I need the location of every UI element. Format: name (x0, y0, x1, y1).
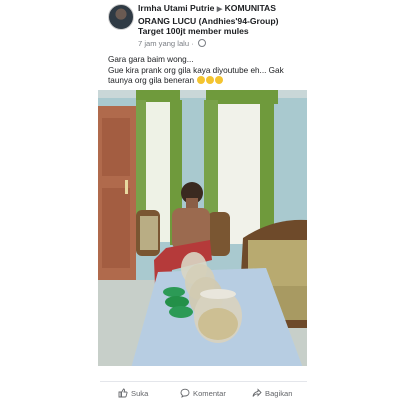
room-photo-illustration (98, 90, 307, 379)
meta-separator: · (191, 38, 194, 48)
comment-button[interactable]: Komentar (180, 388, 226, 398)
post-body: Gara gara baim wong... Gue kira prank or… (108, 55, 302, 87)
share-button[interactable]: Bagikan (252, 388, 292, 398)
sweat-smile-emoji-icon (206, 76, 215, 84)
post-photo[interactable] (98, 90, 307, 379)
comment-icon (180, 388, 190, 398)
post-time[interactable]: 7 jam yang lalu (138, 39, 189, 48)
post-line-2-text: Gue kira prank org gila kaya diyoutube e… (108, 65, 284, 86)
post-header-text: Irmha Utami Putrie ▶ KOMUNITAS ORANG LUC… (138, 3, 304, 48)
like-label: Suka (131, 388, 149, 398)
author-name[interactable]: Irmha Utami Putrie (138, 3, 214, 13)
like-button[interactable]: Suka (118, 388, 148, 398)
like-icon (118, 388, 128, 398)
share-icon (252, 388, 262, 397)
sweat-smile-emoji-icon (215, 76, 224, 84)
post-line-1: Gara gara baim wong... (108, 55, 194, 64)
globe-icon (197, 38, 206, 47)
share-label: Bagikan (265, 388, 293, 398)
author-avatar[interactable] (108, 4, 134, 30)
post-line-2: Gue kira prank org gila kaya diyoutube e… (108, 66, 302, 87)
post-actions-bar: Suka Komentar Bagikan (100, 381, 307, 404)
post-meta: 7 jam yang lalu · (138, 38, 304, 48)
arrow-icon: ▶ (216, 6, 223, 13)
comment-label: Komentar (193, 388, 226, 398)
sweat-smile-emoji-icon (197, 76, 206, 84)
post-title: Irmha Utami Putrie ▶ KOMUNITAS ORANG LUC… (138, 3, 304, 37)
